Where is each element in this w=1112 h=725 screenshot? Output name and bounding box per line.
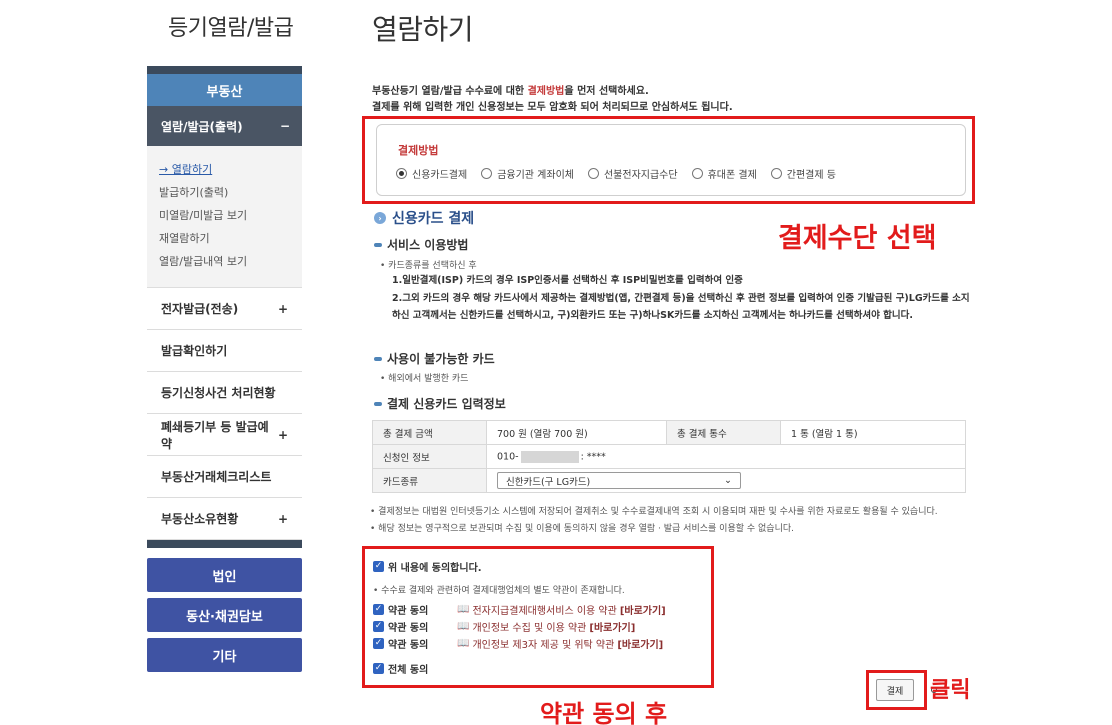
sidebar-category-real-estate[interactable]: 부동산 (147, 74, 302, 106)
sidebar-item-e-issue[interactable]: 전자발급(전송) + (147, 288, 302, 330)
total-amount-value: 700 원 (열람 700 원) (486, 420, 667, 445)
applicant-value: 010- : **** (486, 444, 966, 469)
applicant-label: 신청인 정보 (372, 444, 487, 469)
phone-prefix: 010- (497, 451, 519, 462)
submenu-item-issue-print[interactable]: 발급하기(출력) (159, 181, 302, 204)
highlight-box-agreements (362, 546, 714, 688)
section-title-credit-card: › 신용카드 결제 (374, 208, 474, 228)
sidebar-bottom-bar (147, 540, 302, 548)
redacted-phone (520, 450, 579, 463)
table-row: 신청인 정보 010- : **** (372, 444, 966, 469)
note-1: • 결제정보는 대법원 인터넷등기소 시스템에 저장되어 결제취소 및 수수료결… (370, 507, 938, 517)
service-step-1: 1.일반결제(ISP) 카드의 경우 ISP인증서를 선택하신 후 ISP비밀번… (392, 275, 743, 286)
sidebar-item-label: 전자발급(전송) (161, 302, 239, 316)
intro-line-2: 결제를 위해 입력한 개인 신용정보는 모두 암호화 되어 처리되므로 안심하셔… (372, 102, 733, 113)
unavailable-heading: 사용이 불가능한 카드 (374, 350, 495, 367)
annotation-select-method: 결제수단 선택 (778, 223, 937, 254)
sidebar-item-label: 폐쇄등기부 등 발급예약 (161, 419, 269, 451)
card-type-select[interactable]: 신한카드(구 LG카드) ⌄ (497, 472, 741, 489)
other-button[interactable]: 기타 (147, 638, 302, 672)
card-info-heading: 결제 신용카드 입력정보 (374, 395, 506, 412)
service-heading: 서비스 이용방법 (374, 236, 468, 253)
notes: • 결제정보는 대법원 인터넷등기소 시스템에 저장되어 결제취소 및 수수료결… (370, 504, 968, 538)
sidebar-item-closed-registry[interactable]: 폐쇄등기부 등 발급예약 + (147, 414, 302, 456)
highlight-box-payment-method (362, 116, 975, 204)
sidebar-item-label: 등기신청사건 처리현황 (161, 386, 276, 400)
expand-icon[interactable]: + (278, 428, 288, 442)
sidebar-item-case-status[interactable]: 등기신청사건 처리현황 (147, 372, 302, 414)
sidebar-item-label: 발급확인하기 (161, 344, 228, 358)
submenu-item-view[interactable]: → 열람하기 (159, 158, 302, 181)
phone-suffix: : **** (580, 451, 606, 462)
sidebar-item-ownership[interactable]: 부동산소유현황 + (147, 498, 302, 540)
card-type-cell: 신한카드(구 LG카드) ⌄ (486, 468, 966, 493)
sidebar-top-bar (147, 66, 302, 74)
page-title: 열람하기 (372, 13, 474, 46)
sidebar-heading: 등기열람/발급 (168, 16, 294, 41)
total-amount-label: 총 결제 금액 (372, 420, 487, 445)
sidebar-item-label: 부동산소유현황 (161, 512, 239, 526)
collapse-icon[interactable]: − (280, 119, 290, 133)
intro-text: 부동산등기 열람/발급 수수료에 대한 결제방법을 먼저 선택하세요. 결제를 … (372, 84, 972, 116)
expand-icon[interactable]: + (278, 302, 288, 316)
card-info-table: 총 결제 금액 700 원 (열람 700 원) 총 결제 통수 1 통 (열람… (372, 420, 966, 493)
card-type-label: 카드종류 (372, 468, 487, 493)
annotation-after-agree: 약관 동의 후 (540, 700, 668, 725)
sidebar-item-verify[interactable]: 발급확인하기 (147, 330, 302, 372)
total-count-label: 총 결제 통수 (666, 420, 781, 445)
sidebar-submenu: → 열람하기 발급하기(출력) 미열람/미발급 보기 재열람하기 열람/발급내역… (147, 146, 302, 288)
intro-line-1a: 부동산등기 열람/발급 수수료에 대한 (372, 86, 528, 97)
unavailable-bullet: • 해외에서 발행한 카드 (380, 374, 469, 384)
chevron-right-icon: › (374, 212, 386, 224)
expand-icon[interactable]: + (278, 512, 288, 526)
intro-line-1c: 을 먼저 선택하세요. (564, 86, 649, 97)
sidebar: 부동산 열람/발급(출력) − → 열람하기 발급하기(출력) 미열람/미발급 … (147, 66, 302, 672)
table-row: 총 결제 금액 700 원 (열람 700 원) 총 결제 통수 1 통 (열람… (372, 420, 966, 445)
movable-assets-button[interactable]: 동산·채권담보 (147, 598, 302, 632)
submenu-item-review[interactable]: 재열람하기 (159, 227, 302, 250)
sidebar-item-view-issue[interactable]: 열람/발급(출력) − (147, 106, 302, 146)
sidebar-item-label: 부동산거래체크리스트 (161, 470, 272, 484)
submenu-item-history[interactable]: 열람/발급내역 보기 (159, 250, 302, 273)
table-row: 카드종류 신한카드(구 LG카드) ⌄ (372, 468, 966, 493)
intro-highlight: 결제방법 (527, 86, 565, 97)
service-step-2: 2.그외 카드의 경우 해당 카드사에서 제공하는 결제방법(앱, 간편결제 등… (392, 293, 970, 321)
card-type-selected: 신한카드(구 LG카드) (506, 476, 591, 488)
total-count-value: 1 통 (열람 1 통) (780, 420, 966, 445)
section-title-text: 신용카드 결제 (392, 211, 475, 227)
sidebar-item-checklist[interactable]: 부동산거래체크리스트 (147, 456, 302, 498)
corporation-button[interactable]: 법인 (147, 558, 302, 592)
sidebar-item-label: 열람/발급(출력) (161, 119, 243, 134)
chevron-down-icon: ⌄ (724, 475, 732, 486)
highlight-box-pay-button (866, 670, 927, 710)
service-bullet: • 카드종류를 선택하신 후 (380, 261, 477, 271)
note-2: • 해당 정보는 영구적으로 보관되며 수집 및 이용에 동의하지 않을 경우 … (370, 524, 794, 534)
submenu-item-unviewed[interactable]: 미열람/미발급 보기 (159, 204, 302, 227)
annotation-click: 클릭 (930, 678, 971, 703)
